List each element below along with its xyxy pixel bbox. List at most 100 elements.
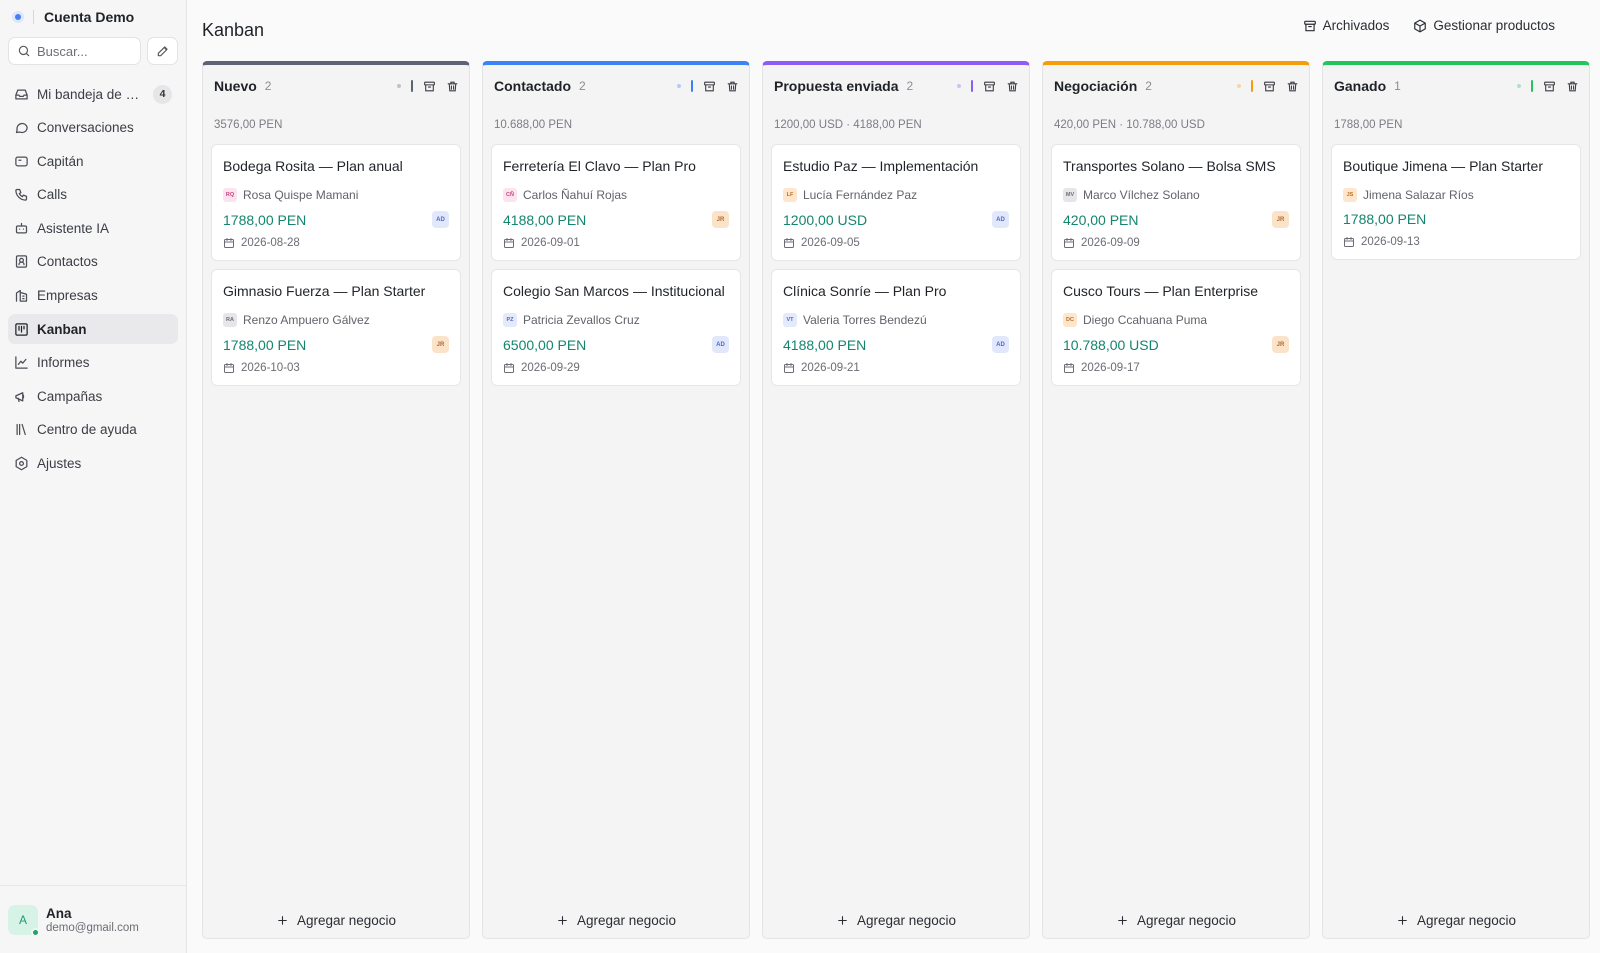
sidebar-item-bot[interactable]: Asistente IA (8, 213, 178, 243)
account-header[interactable]: Cuenta Demo (0, 0, 186, 34)
deal-amount: 1788,00 PEN (223, 211, 307, 228)
sidebar-item-megaphone[interactable]: Campañas (8, 381, 178, 411)
archive-icon[interactable] (703, 80, 716, 93)
drag-handle[interactable] (691, 80, 693, 92)
color-dot (677, 84, 681, 88)
calendar-icon (1064, 363, 1074, 373)
trash-icon[interactable] (1286, 80, 1299, 93)
search-box[interactable] (8, 37, 141, 65)
plus-icon (1118, 916, 1127, 925)
deal-amount: 4188,00 PEN (503, 211, 587, 228)
search-input[interactable] (37, 43, 137, 59)
deal-date: 2026-10-03 (223, 362, 449, 374)
contact-name: Renzo Ampuero Gálvez (243, 313, 370, 327)
deal-date: 2026-09-01 (503, 237, 729, 249)
add-deal-button[interactable]: Agregar negocio (1043, 913, 1309, 928)
deal-card[interactable]: Cusco Tours — Plan Enterprise DC Diego Cca… (1051, 269, 1301, 386)
color-dot (1517, 84, 1521, 88)
deal-card[interactable]: Clínica Sonríe — Plan Pro VT Valeria Torre… (771, 269, 1021, 386)
sidebar-item-inbox[interactable]: Mi bandeja de en... 4 (8, 79, 178, 109)
archive-icon[interactable] (983, 80, 996, 93)
deal-card[interactable]: Estudio Paz — Implementación LF Lucía Fern… (771, 144, 1021, 261)
manage-products-button[interactable]: Gestionar productos (1413, 18, 1555, 33)
contact-name: Marco Vílchez Solano (1083, 188, 1200, 202)
kanban-icon (15, 322, 28, 336)
contact-name: Jimena Salazar Ríos (1363, 188, 1474, 202)
sidebar-item-library[interactable]: Centro de ayuda (8, 415, 178, 445)
deal-title: Estudio Paz — Implementación (783, 158, 979, 174)
archive-icon (1303, 20, 1316, 31)
sidebar-item-label: Mi bandeja de en... (37, 86, 145, 102)
sidebar-item-chat[interactable]: Conversaciones (8, 113, 178, 143)
color-dot (397, 84, 401, 88)
deal-card[interactable]: Transportes Solano — Bolsa SMS MV Marco Ví… (1051, 144, 1301, 261)
sidebar-item-label: Conversaciones (37, 120, 134, 136)
sidebar-item-label: Asistente IA (37, 220, 110, 236)
user-email: demo@gmail.com (46, 921, 139, 934)
main-content: Kanban Archivados Gestionar productos Nu… (187, 0, 1600, 953)
drag-handle[interactable] (1251, 80, 1253, 92)
user-profile[interactable]: A Ana demo@gmail.com (0, 885, 186, 953)
bot-icon (15, 222, 28, 234)
kanban-board: Nuevo 2 3576,00 PEN Bodega Rosita — Plan an… (202, 61, 1590, 939)
sidebar-item-contacts[interactable]: Contactos (8, 247, 178, 277)
add-deal-button[interactable]: Agregar negocio (203, 913, 469, 928)
column-title: Nuevo (214, 78, 257, 94)
column-count: 1 (1394, 79, 1401, 93)
contact-initials: DC (1063, 313, 1077, 327)
contact-name: Lucía Fernández Paz (803, 188, 918, 202)
unread-count-badge: 4 (153, 84, 172, 104)
contact-name: Rosa Quispe Mamani (243, 188, 359, 202)
add-deal-button[interactable]: Agregar negocio (763, 913, 1029, 928)
megaphone-icon (15, 391, 25, 402)
drag-handle[interactable] (971, 80, 973, 92)
deal-card[interactable]: Gimnasio Fuerza — Plan Starter RA Renzo Am… (211, 269, 461, 386)
archive-icon[interactable] (1263, 80, 1276, 93)
sidebar-item-phone[interactable]: Calls (8, 180, 178, 210)
deal-amount: 420,00 PEN (1063, 211, 1139, 228)
sidebar-item-chart[interactable]: Informes (8, 348, 178, 378)
column-count: 2 (906, 79, 914, 93)
archive-icon[interactable] (423, 80, 436, 93)
sidebar-item-kanban[interactable]: Kanban (8, 314, 178, 345)
contact-initials: RA (223, 313, 237, 327)
drag-handle[interactable] (411, 80, 413, 92)
sidebar-item-label: Kanban (37, 321, 87, 337)
add-deal-button[interactable]: Agregar negocio (1323, 913, 1589, 928)
archived-button[interactable]: Archivados (1303, 18, 1389, 33)
sidebar-item-captain[interactable]: Capitán (8, 146, 178, 176)
deal-card[interactable]: Boutique Jimena — Plan Starter JS Jimena S… (1331, 144, 1581, 260)
deal-card[interactable]: Ferretería El Clavo — Plan Pro CÑ Carlos Ñ… (491, 144, 741, 261)
trash-icon[interactable] (446, 80, 459, 93)
trash-icon[interactable] (1006, 80, 1019, 93)
kanban-column: Propuesta enviada 2 1200,00 USD · 4188,00 … (762, 61, 1030, 939)
archive-icon[interactable] (1543, 80, 1556, 93)
column-title: Ganado (1334, 78, 1387, 94)
trash-icon[interactable] (1566, 80, 1579, 93)
trash-icon[interactable] (726, 80, 739, 93)
drag-handle[interactable] (1531, 80, 1533, 92)
contact-name: Valeria Torres Bendezú (803, 313, 927, 327)
sidebar-item-building[interactable]: Empresas (8, 281, 178, 311)
chat-icon (15, 122, 28, 134)
sidebar-item-settings[interactable]: Ajustes (8, 449, 178, 479)
deal-card[interactable]: Bodega Rosita — Plan anual RQ Rosa Quispe … (211, 144, 461, 261)
owner-avatar: AD (432, 211, 449, 228)
deal-amount: 1200,00 USD (783, 211, 868, 228)
compose-button[interactable] (147, 37, 178, 65)
contact-initials: MV (1063, 188, 1077, 202)
chart-icon (15, 356, 28, 369)
deal-title: Gimnasio Fuerza — Plan Starter (223, 283, 426, 299)
deal-card[interactable]: Colegio San Marcos — Institucional PZ Patr… (491, 269, 741, 386)
color-dot (957, 84, 961, 88)
column-count: 2 (579, 79, 586, 93)
add-deal-button[interactable]: Agregar negocio (483, 913, 749, 928)
contact-name: Carlos Ñahuí Rojas (523, 188, 628, 202)
library-icon (16, 424, 26, 436)
column-header: Propuesta enviada 2 (763, 65, 1029, 107)
close-date: 2026-09-09 (1081, 237, 1140, 249)
column-header: Negociación 2 (1043, 65, 1309, 107)
column-title: Negociación (1054, 78, 1138, 94)
plus-icon (838, 916, 847, 925)
deal-date: 2026-09-13 (1343, 236, 1569, 248)
